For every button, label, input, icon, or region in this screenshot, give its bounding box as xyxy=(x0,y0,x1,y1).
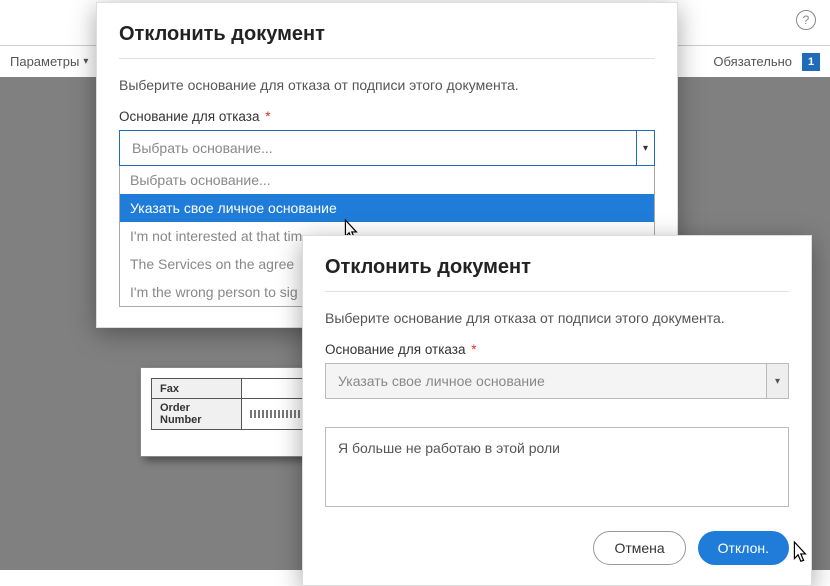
custom-reason-text: Я больше не работаю в этой роли xyxy=(338,440,560,456)
chevron-down-icon: ▾ xyxy=(636,131,654,165)
cancel-button[interactable]: Отмена xyxy=(593,531,685,565)
cell-label: Order Number xyxy=(152,399,242,430)
decline-button[interactable]: Отклон. xyxy=(698,531,789,565)
help-icon[interactable]: ? xyxy=(796,10,816,30)
modal-title: Отклонить документ xyxy=(119,23,655,59)
custom-reason-textarea[interactable]: Я больше не работаю в этой роли xyxy=(325,427,789,507)
required-asterisk: * xyxy=(265,109,270,124)
field-label-text: Основание для отказа xyxy=(119,109,259,124)
dropdown-option-selected[interactable]: Указать свое личное основание xyxy=(120,194,654,222)
modal-actions: Отмена Отклон. xyxy=(325,531,789,565)
modal-title: Отклонить документ xyxy=(325,256,789,292)
cell-label: Fax xyxy=(152,379,242,399)
chevron-down-icon: ▾ xyxy=(766,364,788,398)
chevron-down-icon: ▾ xyxy=(83,56,88,67)
params-label: Параметры xyxy=(10,54,79,69)
modal-instruction: Выберите основание для отказа от подписи… xyxy=(325,310,789,326)
params-dropdown[interactable]: Параметры ▾ xyxy=(10,54,88,69)
field-label: Основание для отказа * xyxy=(325,342,789,357)
field-label-text: Основание для отказа xyxy=(325,342,465,357)
select-value: Указать свое личное основание xyxy=(338,373,545,389)
decline-modal-step2: Отклонить документ Выберите основание дл… xyxy=(302,235,812,586)
required-asterisk: * xyxy=(471,342,476,357)
dropdown-option[interactable]: Выбрать основание... xyxy=(120,166,654,194)
modal-instruction: Выберите основание для отказа от подписи… xyxy=(119,77,655,93)
required-label: Обязательно xyxy=(713,54,792,69)
help-glyph: ? xyxy=(803,13,810,27)
required-count-badge: 1 xyxy=(802,53,820,71)
select-placeholder: Выбрать основание... xyxy=(132,140,273,156)
reason-select[interactable]: Выбрать основание... ▾ xyxy=(119,130,655,166)
field-label: Основание для отказа * xyxy=(119,109,655,124)
reason-select[interactable]: Указать свое личное основание ▾ xyxy=(325,363,789,399)
